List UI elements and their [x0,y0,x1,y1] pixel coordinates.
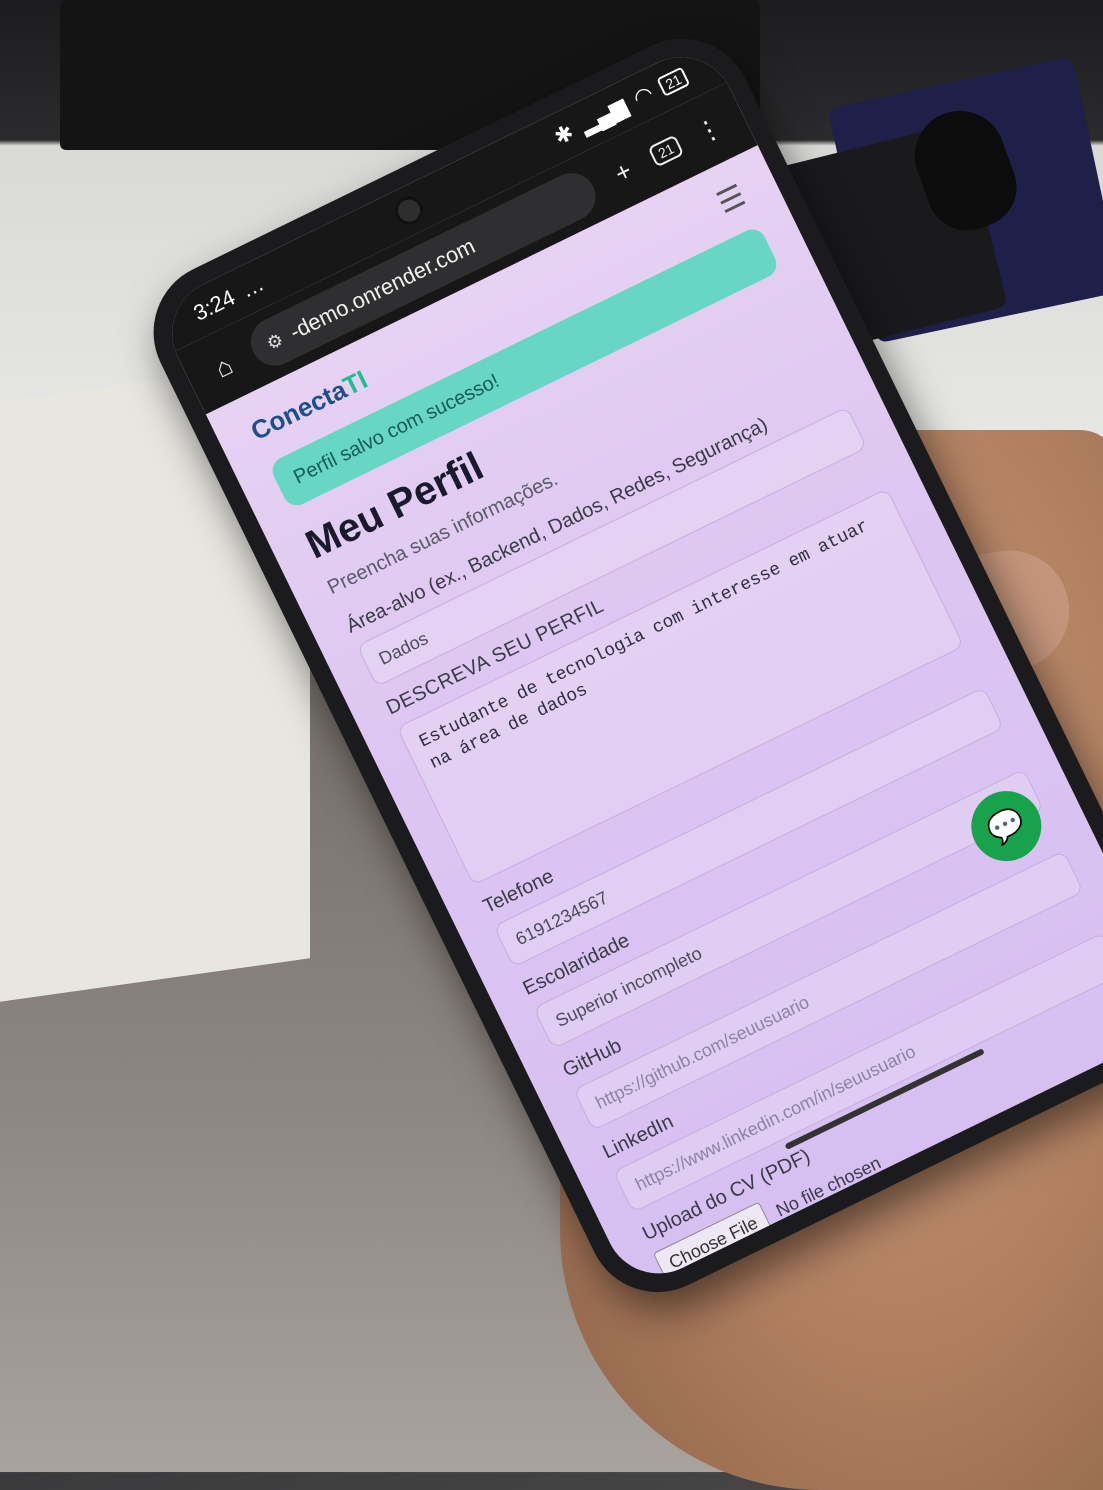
hamburger-menu-icon[interactable]: ☰ [711,178,751,221]
status-time: 3:24 [189,284,239,326]
more-menu-icon[interactable]: ⋮ [685,108,733,153]
battery-icon: 21 [656,66,691,97]
bluetooth-icon: ✱ [550,119,578,150]
front-camera [390,191,428,230]
tab-switcher-button[interactable]: 21 [647,134,685,168]
site-settings-icon[interactable]: ⚙ [263,329,287,355]
new-tab-icon[interactable]: + [599,150,647,195]
home-icon[interactable]: ⌂ [200,344,248,389]
wifi-icon: ◠ [629,80,658,112]
notification-icons: … [236,270,268,303]
chat-bubble-icon: 💬 [982,803,1031,850]
